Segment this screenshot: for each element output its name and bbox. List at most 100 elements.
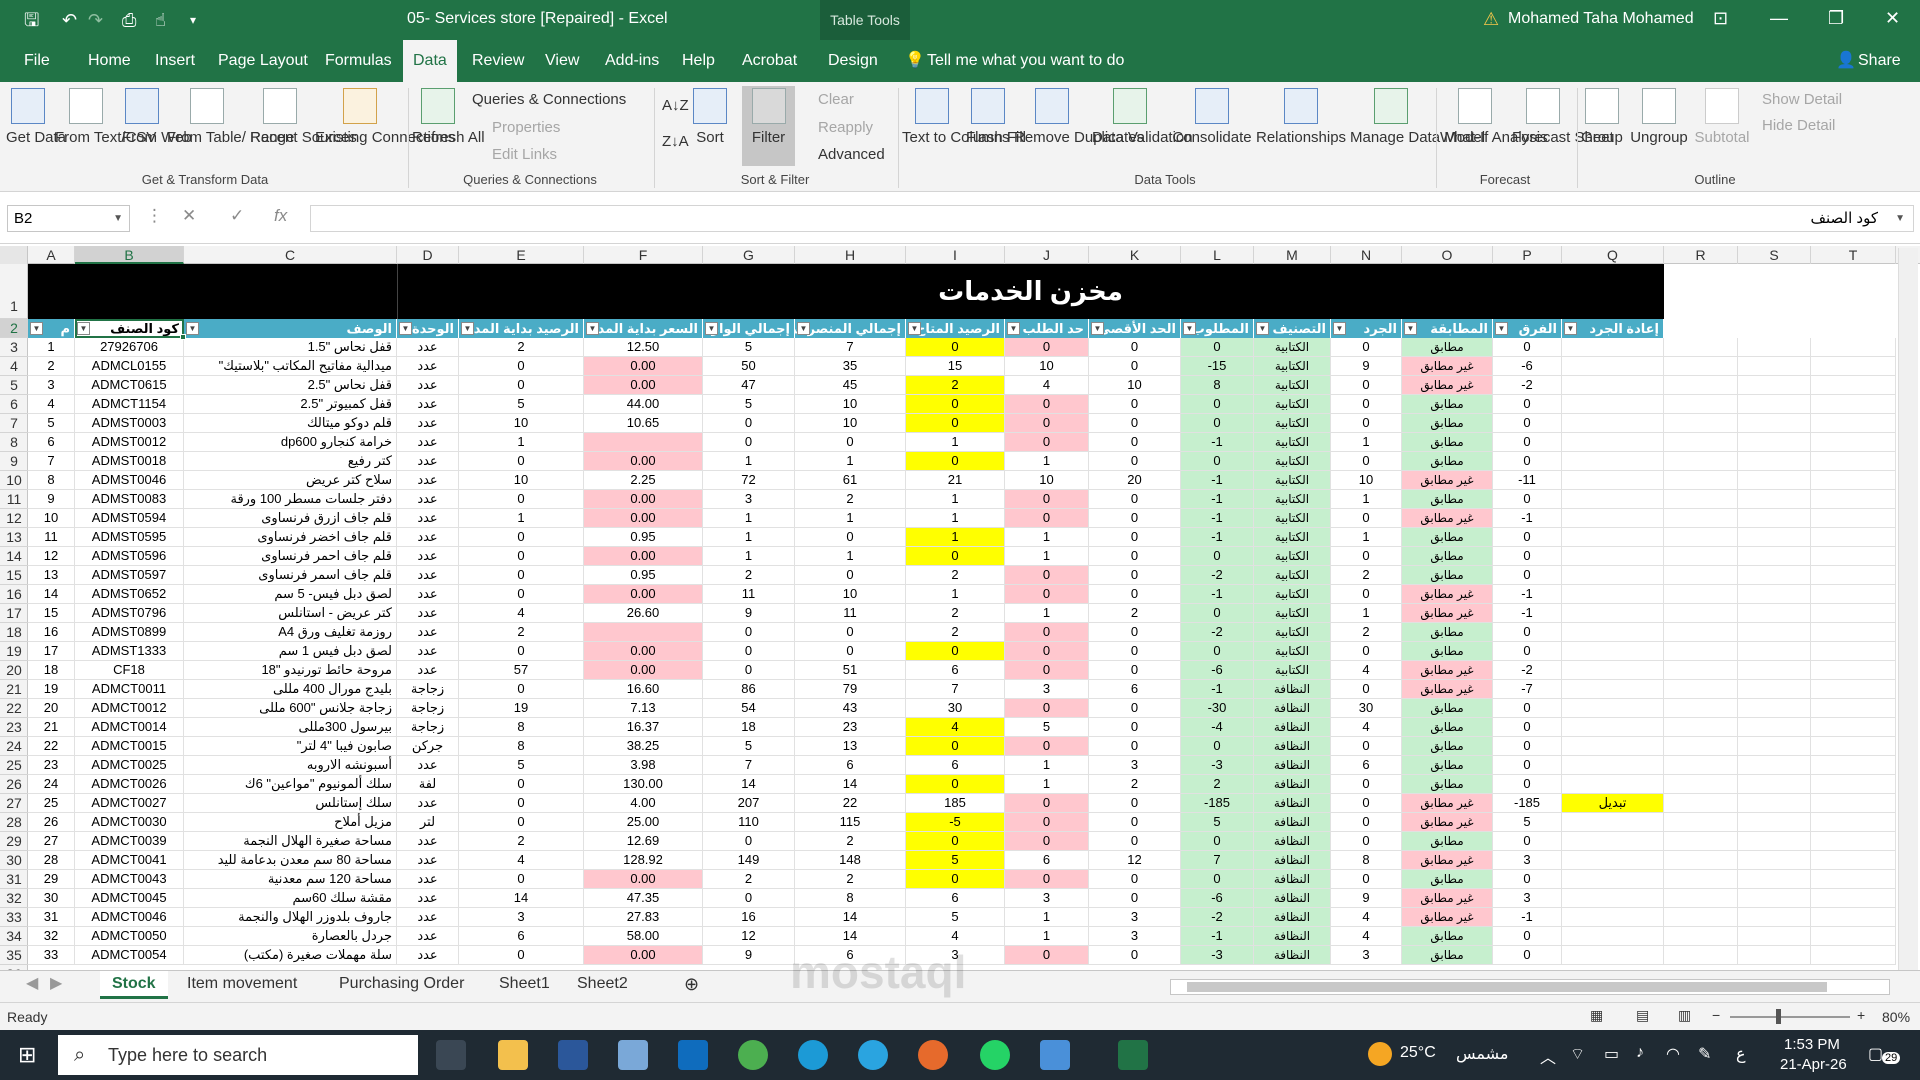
table-cell[interactable]: 0 <box>459 946 584 965</box>
empty-cell[interactable] <box>1664 680 1738 699</box>
table-cell[interactable]: 1 <box>1005 908 1089 927</box>
row-header[interactable]: 2 <box>0 319 28 338</box>
table-cell[interactable]: غير مطابق <box>1402 851 1493 870</box>
table-cell[interactable]: ADMCT0027 <box>75 794 184 813</box>
word-icon[interactable] <box>558 1040 588 1070</box>
table-cell[interactable]: 0 <box>1493 528 1562 547</box>
table-cell[interactable]: 13 <box>28 566 75 585</box>
table-cell[interactable]: ADMST0083 <box>75 490 184 509</box>
table-cell[interactable]: 0 <box>1493 490 1562 509</box>
empty-cell[interactable] <box>1738 718 1811 737</box>
table-cell[interactable]: ADMCT1154 <box>75 395 184 414</box>
empty-cell[interactable] <box>1738 623 1811 642</box>
table-cell[interactable]: 4 <box>28 395 75 414</box>
table-cell[interactable]: النظافة <box>1254 889 1331 908</box>
column-header[interactable]: E <box>459 246 584 264</box>
table-cell[interactable]: -2 <box>1181 623 1254 642</box>
table-cell[interactable]: ADMCT0615 <box>75 376 184 395</box>
table-cell[interactable]: 0 <box>459 528 584 547</box>
table-cell[interactable] <box>1562 889 1664 908</box>
table-cell[interactable]: ADMCT0046 <box>75 908 184 927</box>
column-header[interactable]: R <box>1664 246 1738 264</box>
table-cell[interactable]: 0 <box>1493 338 1562 357</box>
notification-icon[interactable]: ▢ <box>1868 1044 1883 1064</box>
table-cell[interactable]: 1 <box>1331 433 1402 452</box>
tab-design[interactable]: Design <box>818 40 888 82</box>
table-cell[interactable]: عدد <box>397 338 459 357</box>
table-cell[interactable]: 17 <box>28 642 75 661</box>
empty-cell[interactable] <box>1811 889 1896 908</box>
table-cell[interactable] <box>1562 471 1664 490</box>
table-cell[interactable]: -2 <box>1181 566 1254 585</box>
table-cell[interactable]: 8 <box>459 737 584 756</box>
table-cell[interactable]: 10 <box>795 585 906 604</box>
table-cell[interactable]: 1 <box>906 528 1005 547</box>
cancel-icon[interactable]: ✕ <box>182 206 196 226</box>
table-cell[interactable]: 33 <box>28 946 75 965</box>
table-cell[interactable]: 9 <box>1331 889 1402 908</box>
table-cell[interactable]: 5 <box>906 851 1005 870</box>
table-cell[interactable]: 6 <box>906 756 1005 775</box>
table-cell[interactable]: 0 <box>1493 756 1562 775</box>
table-header-cell[interactable]: ▼ المطلوب <box>1181 319 1254 338</box>
table-cell[interactable]: 9 <box>28 490 75 509</box>
save-icon[interactable]: 🖫 <box>24 9 39 31</box>
empty-cell[interactable] <box>1811 547 1896 566</box>
empty-cell[interactable] <box>1811 642 1896 661</box>
table-cell[interactable]: مزيل أملاح <box>184 813 397 832</box>
table-cell[interactable]: 14 <box>795 908 906 927</box>
horizontal-scrollbar[interactable] <box>1170 979 1890 995</box>
column-header[interactable]: P <box>1493 246 1562 264</box>
table-cell[interactable]: 0 <box>703 889 795 908</box>
speaker-icon[interactable]: ♪ <box>1636 1044 1644 1062</box>
table-cell[interactable]: 5 <box>459 756 584 775</box>
table-cell[interactable]: 1 <box>1331 604 1402 623</box>
table-cell[interactable]: -1 <box>1181 585 1254 604</box>
table-cell[interactable]: قلم جاف اخضر فرنساوى <box>184 528 397 547</box>
table-cell[interactable]: بيرسول 300مللى <box>184 718 397 737</box>
filter-dropdown-icon[interactable]: ▼ <box>399 322 412 335</box>
flash-fill-button[interactable]: Flash Fill <box>966 88 1026 147</box>
table-cell[interactable]: 10 <box>1089 376 1181 395</box>
empty-cell[interactable] <box>1664 433 1738 452</box>
empty-cell[interactable] <box>1738 756 1811 775</box>
row-header[interactable]: 4 <box>0 357 28 376</box>
table-cell[interactable]: 0 <box>1181 604 1254 623</box>
empty-cell[interactable] <box>1664 737 1738 756</box>
table-cell[interactable]: 0 <box>1089 870 1181 889</box>
table-cell[interactable]: 6 <box>28 433 75 452</box>
fill-handle[interactable] <box>180 334 186 340</box>
table-cell[interactable]: 5 <box>1493 813 1562 832</box>
table-cell[interactable]: سلك ألمونيوم "مواعين" 6ك <box>184 775 397 794</box>
filter-dropdown-icon[interactable]: ▼ <box>1564 322 1577 335</box>
table-cell[interactable]: 16 <box>28 623 75 642</box>
table-cell[interactable]: 18 <box>703 718 795 737</box>
table-cell[interactable]: عدد <box>397 604 459 623</box>
table-cell[interactable]: 26 <box>28 813 75 832</box>
table-cell[interactable]: النظافة <box>1254 832 1331 851</box>
table-cell[interactable]: ADMCL0155 <box>75 357 184 376</box>
table-cell[interactable]: 10 <box>1005 357 1089 376</box>
table-cell[interactable]: لفة <box>397 775 459 794</box>
advanced-button[interactable]: Advanced <box>818 145 885 164</box>
table-cell[interactable]: غير مطابق <box>1402 604 1493 623</box>
table-cell[interactable]: 0 <box>1089 699 1181 718</box>
table-cell[interactable]: مطابق <box>1402 547 1493 566</box>
table-cell[interactable] <box>1562 908 1664 927</box>
table-cell[interactable] <box>1562 604 1664 623</box>
table-cell[interactable]: 23 <box>28 756 75 775</box>
zoom-level[interactable]: 80% <box>1882 1009 1910 1025</box>
table-cell[interactable]: مطابق <box>1402 528 1493 547</box>
table-cell[interactable]: لصق دبل فيس 1 سم <box>184 642 397 661</box>
outlook-icon[interactable] <box>678 1040 708 1070</box>
table-cell[interactable]: 110 <box>703 813 795 832</box>
table-cell[interactable]: 130.00 <box>584 775 703 794</box>
table-cell[interactable]: 0 <box>1493 775 1562 794</box>
table-cell[interactable]: النظافة <box>1254 794 1331 813</box>
table-cell[interactable] <box>1562 756 1664 775</box>
sheet-tab-purchasing-order[interactable]: Purchasing Order <box>327 971 476 999</box>
table-cell[interactable]: 2 <box>1089 775 1181 794</box>
table-cell[interactable]: 2 <box>795 490 906 509</box>
row-header[interactable]: 33 <box>0 908 28 927</box>
show-detail-button[interactable]: Show Detail <box>1762 90 1842 109</box>
